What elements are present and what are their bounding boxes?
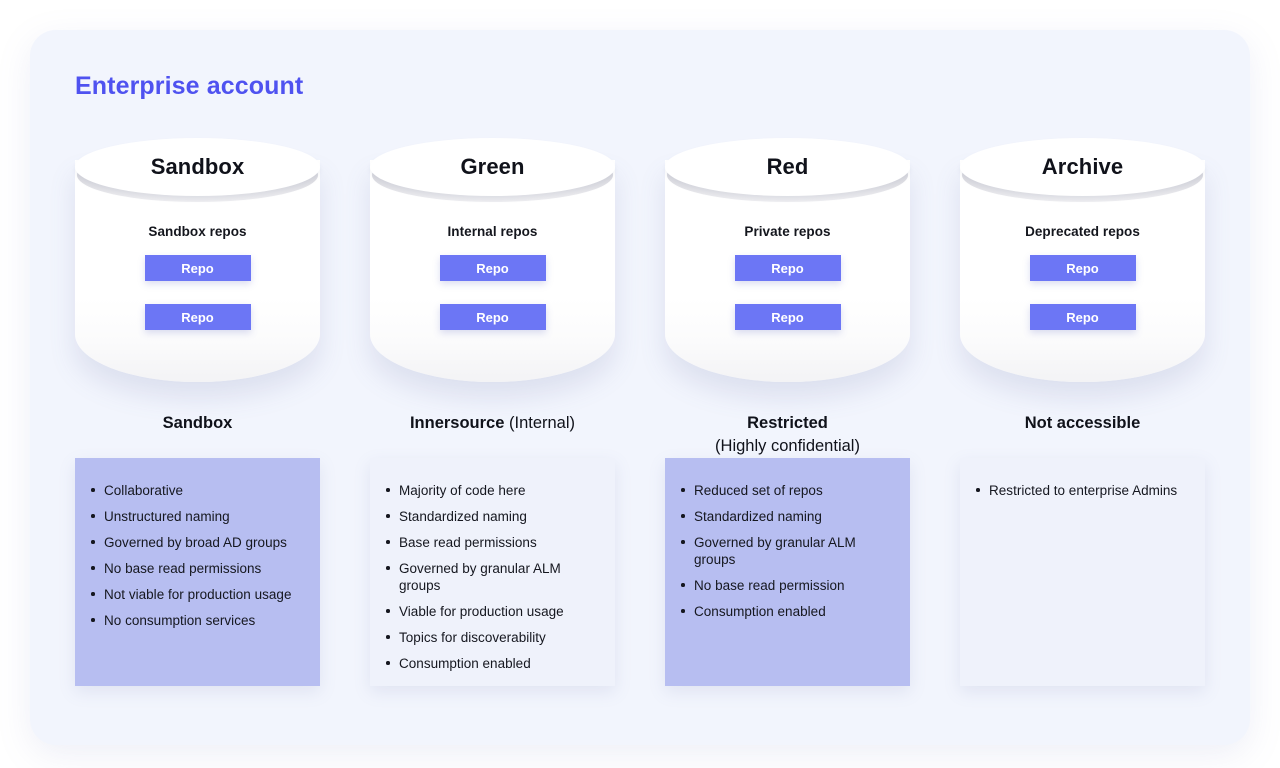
- list-item: Not viable for production usage: [89, 586, 302, 603]
- list-item: Collaborative: [89, 482, 302, 499]
- tier-attribute-list: Reduced set of repos Standardized naming G…: [679, 482, 892, 620]
- tier-caption: Not accessible: [960, 412, 1205, 458]
- tier-caption: Innersource (Internal): [370, 412, 615, 458]
- tier-caption: Restricted (Highly confidential): [665, 412, 910, 458]
- list-item: No base read permissions: [89, 560, 302, 577]
- tier-attribute-list: Majority of code here Standardized naming…: [384, 482, 597, 672]
- repo-chip[interactable]: Repo: [439, 304, 546, 330]
- tier-column: Archive Deprecated repos Repo Repo Not acces…: [960, 138, 1205, 723]
- list-item: No consumption services: [89, 612, 302, 629]
- repo-chip[interactable]: Repo: [144, 255, 251, 281]
- repo-chip[interactable]: Repo: [1029, 255, 1136, 281]
- tier-column: Red Private repos Repo Repo Restricted (Highl…: [665, 138, 910, 723]
- list-item: Standardized naming: [384, 508, 597, 525]
- tier-column: Green Internal repos Repo Repo Innersource (…: [370, 138, 615, 723]
- list-item: No base read permission: [679, 577, 892, 594]
- cylinder-content: Deprecated repos Repo Repo: [960, 224, 1205, 330]
- repository-cylinder: Green Internal repos Repo Repo: [370, 138, 615, 400]
- repo-group-label: Deprecated repos: [1025, 224, 1140, 239]
- repo-chip[interactable]: Repo: [144, 304, 251, 330]
- cylinder-content: Sandbox repos Repo Repo: [75, 224, 320, 330]
- cylinder-title: Archive: [1041, 154, 1124, 179]
- repo-group-label: Private repos: [744, 224, 831, 239]
- repo-chip[interactable]: Repo: [1029, 304, 1136, 330]
- cylinder-title: Red: [766, 154, 809, 179]
- list-item: Consumption enabled: [384, 655, 597, 672]
- list-item: Restricted to enterprise Admins: [974, 482, 1187, 499]
- repo-chip[interactable]: Repo: [439, 255, 546, 281]
- tier-attributes-card: Restricted to enterprise Admins: [960, 458, 1205, 686]
- tier-attribute-list: Restricted to enterprise Admins: [974, 482, 1187, 499]
- tier-caption-name: Innersource: [409, 414, 505, 432]
- tier-caption: Sandbox: [75, 412, 320, 458]
- list-item: Unstructured naming: [89, 508, 302, 525]
- list-item: Standardized naming: [679, 508, 892, 525]
- list-item: Governed by granular ALM groups: [384, 560, 597, 594]
- list-item: Base read permissions: [384, 534, 597, 551]
- diagram-canvas: Enterprise account Sandbox Sandbox repos R…: [0, 0, 1280, 768]
- cylinder-content: Private repos Repo Repo: [665, 224, 910, 330]
- tier-column: Sandbox Sandbox repos Repo Repo Sandbox Colla…: [75, 138, 320, 723]
- repo-group-label: Internal repos: [447, 224, 538, 239]
- page-title: Enterprise account: [75, 72, 304, 100]
- list-item: Governed by granular ALM groups: [679, 534, 892, 568]
- tier-caption-name: Sandbox: [162, 414, 233, 432]
- tier-attributes-card: Collaborative Unstructured naming Governed…: [75, 458, 320, 686]
- list-item: Governed by broad AD groups: [89, 534, 302, 551]
- list-item: Majority of code here: [384, 482, 597, 499]
- repo-chip[interactable]: Repo: [734, 255, 841, 281]
- repository-cylinder: Archive Deprecated repos Repo Repo: [960, 138, 1205, 400]
- list-item: Consumption enabled: [679, 603, 892, 620]
- tier-caption-name: Not accessible: [1024, 414, 1141, 432]
- enterprise-account-panel: Enterprise account Sandbox Sandbox repos R…: [30, 30, 1250, 745]
- repository-cylinder: Sandbox Sandbox repos Repo Repo: [75, 138, 320, 400]
- tier-caption-qualifier: (Internal): [509, 414, 576, 432]
- tier-caption-name: Restricted: [747, 414, 828, 432]
- repo-group-label: Sandbox repos: [148, 224, 247, 239]
- tier-caption-qualifier: (Highly confidential): [715, 437, 860, 455]
- repository-cylinder: Red Private repos Repo Repo: [665, 138, 910, 400]
- cylinder-content: Internal repos Repo Repo: [370, 224, 615, 330]
- cylinder-title: Sandbox: [150, 154, 245, 179]
- tier-columns: Sandbox Sandbox repos Repo Repo Sandbox Colla…: [75, 138, 1205, 723]
- list-item: Viable for production usage: [384, 603, 597, 620]
- list-item: Topics for discoverability: [384, 629, 597, 646]
- cylinder-title: Green: [460, 154, 525, 179]
- tier-attributes-card: Majority of code here Standardized naming…: [370, 458, 615, 686]
- tier-attributes-card: Reduced set of repos Standardized naming G…: [665, 458, 910, 686]
- list-item: Reduced set of repos: [679, 482, 892, 499]
- repo-chip[interactable]: Repo: [734, 304, 841, 330]
- tier-attribute-list: Collaborative Unstructured naming Governed…: [89, 482, 302, 629]
